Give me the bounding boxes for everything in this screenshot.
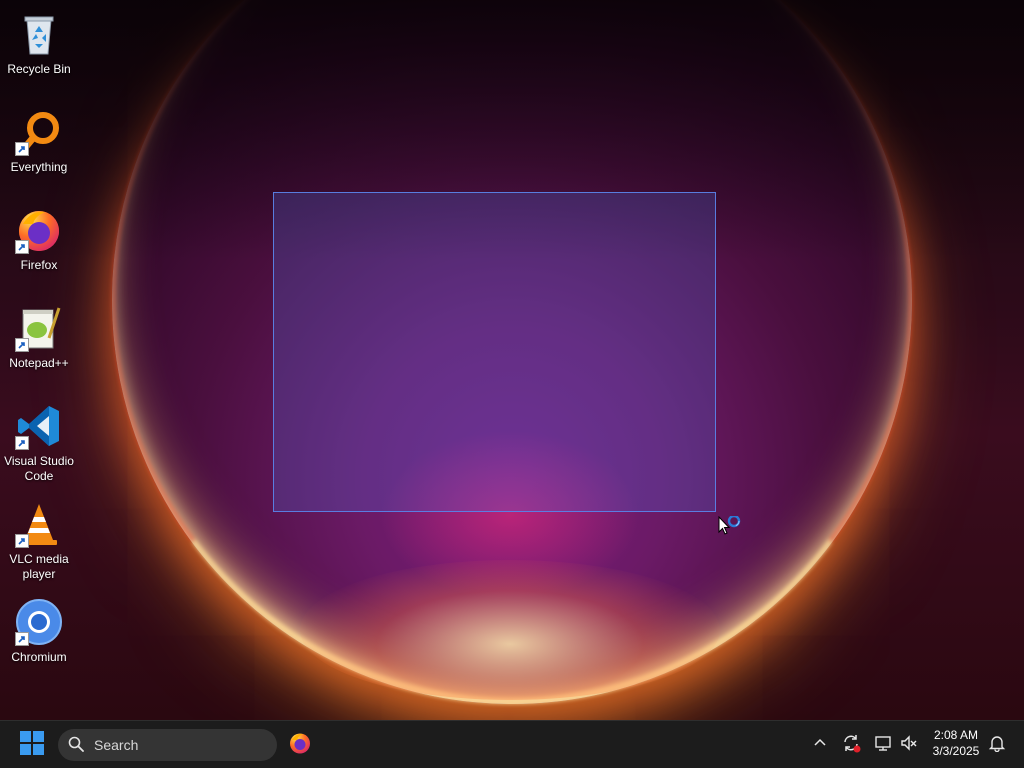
shortcut-arrow-icon <box>15 534 29 548</box>
start-button[interactable] <box>14 730 50 760</box>
tray-sync-button[interactable] <box>838 731 864 759</box>
shortcut-arrow-icon <box>15 436 29 450</box>
network-icon <box>873 733 893 758</box>
taskbar: Search 2:08 AM 3/3/2025 <box>0 720 1024 768</box>
windows-logo-icon <box>20 730 44 760</box>
desktop-icon-recycle-bin[interactable]: Recycle Bin <box>2 4 76 94</box>
firefox-icon <box>288 731 312 760</box>
bell-icon <box>988 734 1006 757</box>
taskbar-search-box[interactable]: Search <box>58 729 277 761</box>
desktop-icon-vscode[interactable]: Visual Studio Code <box>2 396 76 486</box>
clock-time: 2:08 AM <box>933 728 979 742</box>
desktop-icon-label: Chromium <box>11 650 67 664</box>
busy-cursor-icon <box>718 514 744 538</box>
shortcut-arrow-icon <box>15 240 29 254</box>
search-icon <box>68 736 94 755</box>
sync-icon <box>841 733 861 758</box>
notepad-plus-plus-icon <box>15 304 63 352</box>
show-hidden-icons-button[interactable] <box>807 731 833 759</box>
taskbar-clock[interactable]: 2:08 AM 3/3/2025 <box>922 727 990 763</box>
desktop-icon-label: Firefox <box>20 258 58 272</box>
wallpaper-glow-bottom <box>300 560 720 700</box>
desktop-icon-label: Everything <box>10 160 68 174</box>
vscode-icon <box>15 402 63 450</box>
recycle-bin-icon <box>15 10 63 58</box>
firefox-icon <box>15 206 63 254</box>
desktop-icon-notepad-plus-plus[interactable]: Notepad++ <box>2 298 76 388</box>
everything-icon <box>15 108 63 156</box>
taskbar-app-firefox[interactable] <box>283 729 317 761</box>
desktop-icon-label: VLC media player <box>9 552 69 581</box>
vlc-icon <box>15 500 63 548</box>
tray-network-button[interactable] <box>870 731 896 759</box>
volume-muted-icon <box>899 733 919 758</box>
desktop-icon-chromium[interactable]: Chromium <box>2 592 76 682</box>
shortcut-arrow-icon <box>15 632 29 646</box>
shortcut-arrow-icon <box>15 338 29 352</box>
desktop-icon-label: Visual Studio Code <box>4 454 74 483</box>
desktop-icon-label: Notepad++ <box>9 356 69 370</box>
selection-rectangle <box>273 192 716 512</box>
chromium-icon <box>15 598 63 646</box>
search-placeholder: Search <box>94 737 139 753</box>
notifications-button[interactable] <box>984 731 1010 759</box>
chevron-up-icon <box>813 736 827 755</box>
shortcut-arrow-icon <box>15 142 29 156</box>
desktop-icon-label: Recycle Bin <box>7 62 71 76</box>
desktop-icon-vlc[interactable]: VLC media player <box>2 494 76 584</box>
desktop-icon-everything[interactable]: Everything <box>2 102 76 192</box>
tray-volume-button[interactable] <box>896 731 922 759</box>
clock-date: 3/3/2025 <box>932 744 980 758</box>
desktop-icon-firefox[interactable]: Firefox <box>2 200 76 290</box>
